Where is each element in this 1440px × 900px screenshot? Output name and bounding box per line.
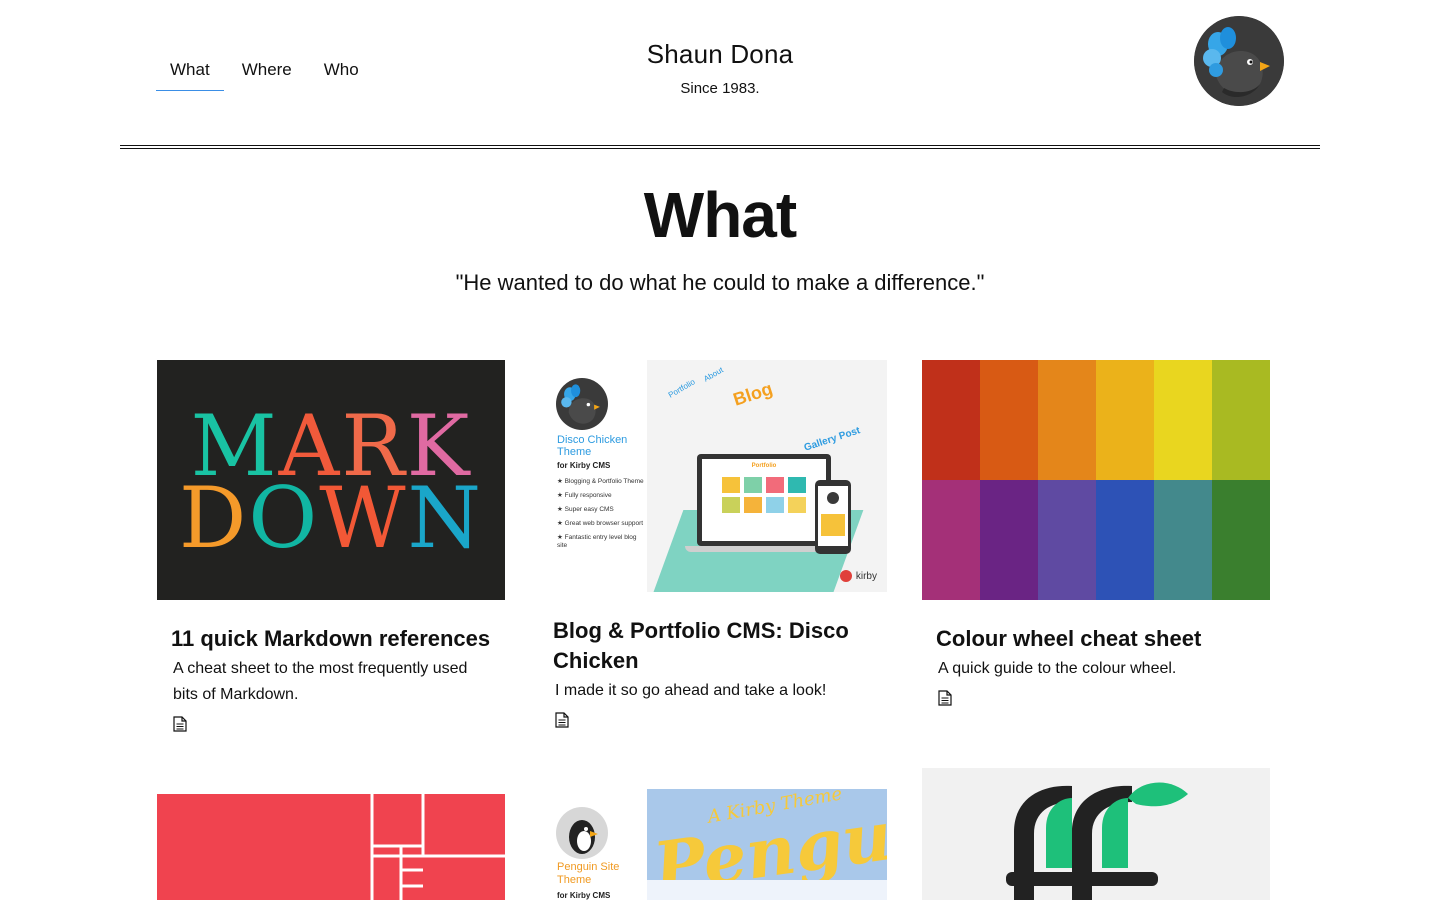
header-divider-top [120, 145, 1320, 146]
colour-swatch [980, 480, 1038, 600]
thumb-feature: Fully responsive [564, 492, 612, 499]
thumb-letter: O [248, 469, 320, 567]
post-card-ligature[interactable] [922, 768, 1270, 900]
thumb-word-gallery: Gallery Post [802, 425, 862, 454]
thumb-letter: N [407, 469, 484, 567]
bird-logo-icon[interactable] [1194, 16, 1284, 106]
post-card-colour-wheel[interactable]: Colour wheel cheat sheet A quick guide t… [922, 360, 1270, 711]
post-description: A cheat sheet to the most frequently use… [173, 660, 468, 703]
thumb-theme-name: Disco Chicken Theme [557, 434, 628, 458]
thumb-for-kirby: for Kirby CMS [557, 461, 611, 470]
penguin-banner: A Kirby Theme Penguin [647, 789, 887, 900]
markdown-thumbnail[interactable]: MARK DOWN [157, 360, 505, 600]
thumb-phone [815, 480, 851, 554]
thumb-feature: Great web browser support [564, 520, 644, 527]
disco-chicken-thumbnail[interactable]: Disco Chicken Theme for Kirby CMS ★ Blog… [539, 360, 887, 600]
page-title: What [643, 179, 797, 251]
thumb-for-kirby: for Kirby CMS [557, 891, 611, 900]
header-divider-bottom [120, 148, 1320, 149]
thumb-word-about: About [702, 365, 725, 384]
thumb-feature: Blogging & Portfolio Theme [564, 478, 644, 485]
document-icon [173, 716, 187, 732]
page-quote: "He wanted to do what he could to make a… [455, 270, 985, 295]
thumb-side-panel: Disco Chicken Theme for Kirby CMS ★ Blog… [539, 360, 647, 592]
penguin-thumbnail[interactable]: Penguin Site Theme for Kirby CMS A Kirby… [539, 789, 887, 900]
ligature-thumbnail[interactable] [922, 768, 1270, 900]
thumb-laptop: Portfolio [697, 454, 831, 546]
bird-logo-icon [556, 378, 608, 430]
colour-swatch [922, 480, 980, 600]
thumb-screen-grid [702, 477, 826, 513]
thumb-feature: Super easy CMS [564, 506, 614, 513]
golden-ratio-thumbnail[interactable] [157, 794, 505, 900]
colour-swatch [922, 360, 980, 480]
thumb-screen-title: Portfolio [751, 463, 777, 469]
colour-swatch [1096, 480, 1154, 600]
colour-swatch [1038, 480, 1096, 600]
thumb-letter: D [178, 469, 249, 567]
page: What Where Who Shaun Dona Since 1983. Wh [0, 0, 1440, 900]
colour-swatch [1154, 480, 1212, 600]
thumb-feature: Fantastic entry level blog site [557, 534, 637, 549]
colour-swatch [1212, 360, 1270, 480]
golden-ratio-graphic [157, 794, 505, 900]
post-card-golden-ratio[interactable] [157, 794, 505, 900]
post-title[interactable]: Blog & Portfolio CMS: Disco Chicken [553, 616, 873, 676]
colour-swatch [980, 360, 1038, 480]
thumb-theme-name: Penguin Site Theme [557, 861, 620, 886]
post-card-penguin[interactable]: Penguin Site Theme for Kirby CMS A Kirby… [539, 789, 887, 900]
post-description: A quick guide to the colour wheel. [938, 660, 1177, 677]
post-description: I made it so go ahead and take a look! [555, 682, 827, 699]
colour-swatch [1212, 480, 1270, 600]
kirby-logo-icon [839, 570, 852, 582]
thumb-devices-image: Blog Gallery Post Portfolio About Portfo… [647, 360, 887, 592]
ff-ligature-icon [1006, 782, 1188, 900]
penguin-logo-icon [556, 807, 608, 859]
kirby-label: kirby [855, 570, 877, 582]
post-title[interactable]: Colour wheel cheat sheet [936, 624, 1256, 654]
post-title[interactable]: 11 quick Markdown references [171, 624, 491, 654]
kirby-badge: kirby [839, 570, 877, 582]
document-icon [938, 690, 952, 706]
thumb-word-blog: Blog [730, 378, 775, 410]
thumb-feature-list: ★ Blogging & Portfolio Theme ★ Fully res… [557, 478, 644, 549]
thumb-word-portfolio: Portfolio [666, 377, 697, 400]
post-card-markdown[interactable]: MARK DOWN 11 quick Markdown references A… [157, 360, 505, 737]
colour-swatch [1154, 360, 1212, 480]
thumb-letter: W [319, 469, 408, 567]
post-card-disco-chicken[interactable]: Disco Chicken Theme for Kirby CMS ★ Blog… [539, 360, 887, 733]
colour-swatch [1038, 360, 1096, 480]
colour-swatch [1096, 360, 1154, 480]
document-icon [555, 712, 569, 728]
colour-wheel-thumbnail[interactable] [922, 360, 1270, 600]
